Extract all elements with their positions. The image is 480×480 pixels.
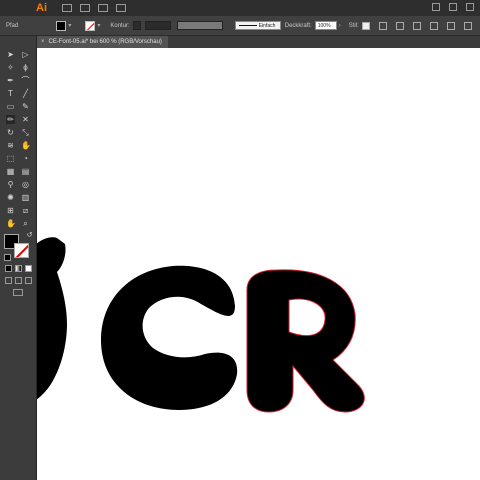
blend-tool-icon[interactable]: ◎ — [21, 180, 30, 189]
width-tool-icon[interactable]: ≋ — [6, 141, 15, 150]
preferences-icon[interactable] — [395, 21, 404, 30]
magic-wand-tool-icon[interactable]: ✧ — [6, 63, 15, 72]
artwork-svg — [37, 237, 365, 413]
column-graph-tool-icon[interactable]: ▥ — [21, 193, 30, 202]
gradient-mode-icon[interactable] — [15, 265, 22, 272]
symbol-sprayer-tool-icon[interactable]: ✺ — [6, 193, 15, 202]
object-type-label: Pfad — [6, 22, 19, 29]
slice-tool-icon[interactable]: ⧄ — [21, 206, 30, 215]
chevron-down-icon[interactable]: ▾ — [97, 22, 100, 29]
gpu-performance-icon[interactable] — [116, 4, 126, 12]
minimize-icon[interactable] — [432, 3, 440, 11]
control-bar: Pfad ▾ ▾ Kontur: Einfach Deckkraft: 100%… — [0, 16, 480, 36]
panel-menu-icon[interactable] — [463, 21, 472, 30]
swap-fill-stroke-icon[interactable]: ↺ — [25, 231, 34, 240]
stroke-weight-field[interactable] — [144, 21, 171, 30]
warp-tool-icon[interactable]: ✋ — [21, 141, 31, 150]
chevron-down-icon[interactable]: ▾ — [68, 22, 71, 29]
stroke-label: Kontur: — [110, 22, 130, 29]
tools-panel: ➤ ▷ ✧ ϕ ✒ ⌒ T ╱ ▭ ✎ ✏ ✕ ↻ ⤡ ≋ ✋ ⬚ ◔ ▦ ▤ … — [0, 36, 37, 480]
isolate-icon[interactable] — [446, 21, 455, 30]
fill-swatch[interactable] — [56, 20, 67, 31]
none-mode-icon[interactable] — [25, 265, 32, 272]
draw-behind-icon[interactable] — [15, 277, 22, 284]
align-icon[interactable] — [412, 21, 421, 30]
letter-c-glyph[interactable] — [101, 265, 238, 410]
eyedropper-tool-icon[interactable]: ⚲ — [6, 180, 15, 189]
variable-width-profile[interactable] — [176, 21, 223, 30]
scale-tool-icon[interactable]: ⤡ — [21, 128, 30, 137]
default-colors-icon[interactable] — [4, 254, 11, 261]
pencil-tool-icon[interactable]: ✏ — [6, 115, 15, 124]
artboard-canvas[interactable] — [37, 48, 480, 480]
shaper-tool-icon[interactable]: ✕ — [21, 115, 30, 124]
hand-tool-icon[interactable]: ✋ — [6, 219, 16, 228]
stock-icon[interactable] — [80, 4, 90, 12]
stroke-line-preview — [238, 24, 257, 27]
type-tool-icon[interactable]: T — [6, 89, 15, 98]
letter-r-glyph[interactable] — [246, 269, 365, 413]
pen-tool-icon[interactable]: ✒ — [6, 76, 15, 85]
rotate-tool-icon[interactable]: ↻ — [6, 128, 15, 137]
mesh-tool-icon[interactable]: ▤ — [21, 167, 30, 176]
paintbrush-tool-icon[interactable]: ✎ — [21, 102, 30, 111]
document-tab-bar: × CE-Font-05.ai* bei 600 % (RGB/Vorschau… — [37, 36, 480, 48]
letter-s-glyph[interactable] — [37, 237, 67, 403]
color-mode-icon[interactable] — [5, 265, 12, 272]
close-icon[interactable] — [466, 3, 474, 11]
brush-definition-dropdown[interactable]: Einfach — [234, 21, 281, 30]
chevron-right-icon[interactable]: › — [339, 23, 341, 29]
rectangle-tool-icon[interactable]: ▭ — [6, 102, 15, 111]
artboard-tool-icon[interactable]: ⊞ — [6, 206, 15, 215]
draw-inside-icon[interactable] — [25, 277, 32, 284]
stroke-color-box[interactable] — [14, 243, 29, 258]
direct-selection-tool-icon[interactable]: ▷ — [21, 50, 30, 59]
screen-mode-icon[interactable] — [13, 289, 23, 296]
stroke-swatch[interactable] — [85, 20, 96, 31]
arrange-documents-icon[interactable] — [98, 4, 108, 12]
draw-normal-icon[interactable] — [5, 277, 12, 284]
application-bar: Ai — [0, 0, 480, 16]
curvature-tool-icon[interactable]: ⌒ — [21, 76, 30, 85]
brush-definition-label: Einfach — [258, 22, 276, 29]
stroke-weight-stepper[interactable] — [132, 21, 141, 30]
bridge-icon[interactable] — [62, 4, 72, 12]
opacity-label: Deckkraft: — [284, 22, 312, 29]
shape-builder-tool-icon[interactable]: ◔ — [21, 154, 30, 163]
close-tab-icon[interactable]: × — [41, 36, 45, 48]
style-label: Stil: — [348, 22, 359, 29]
lasso-tool-icon[interactable]: ϕ — [21, 63, 30, 72]
tab-document[interactable]: × CE-Font-05.ai* bei 600 % (RGB/Vorschau… — [37, 36, 168, 48]
window-controls — [432, 3, 474, 11]
selection-tool-icon[interactable]: ➤ — [6, 50, 15, 59]
opacity-field[interactable]: 100% — [314, 21, 337, 30]
free-transform-tool-icon[interactable]: ⬚ — [6, 154, 15, 163]
line-tool-icon[interactable]: ╱ — [21, 89, 30, 98]
app-logo: Ai — [36, 2, 47, 14]
document-tab-title: CE-Font-05.ai* bei 600 % (RGB/Vorschau) — [48, 39, 162, 45]
document-setup-icon[interactable] — [378, 21, 387, 30]
zoom-tool-icon[interactable]: ⌕ — [21, 219, 30, 228]
maximize-icon[interactable] — [449, 3, 457, 11]
perspective-grid-tool-icon[interactable]: ▦ — [6, 167, 15, 176]
graphic-style-swatch[interactable] — [361, 21, 370, 30]
transform-icon[interactable] — [429, 21, 438, 30]
